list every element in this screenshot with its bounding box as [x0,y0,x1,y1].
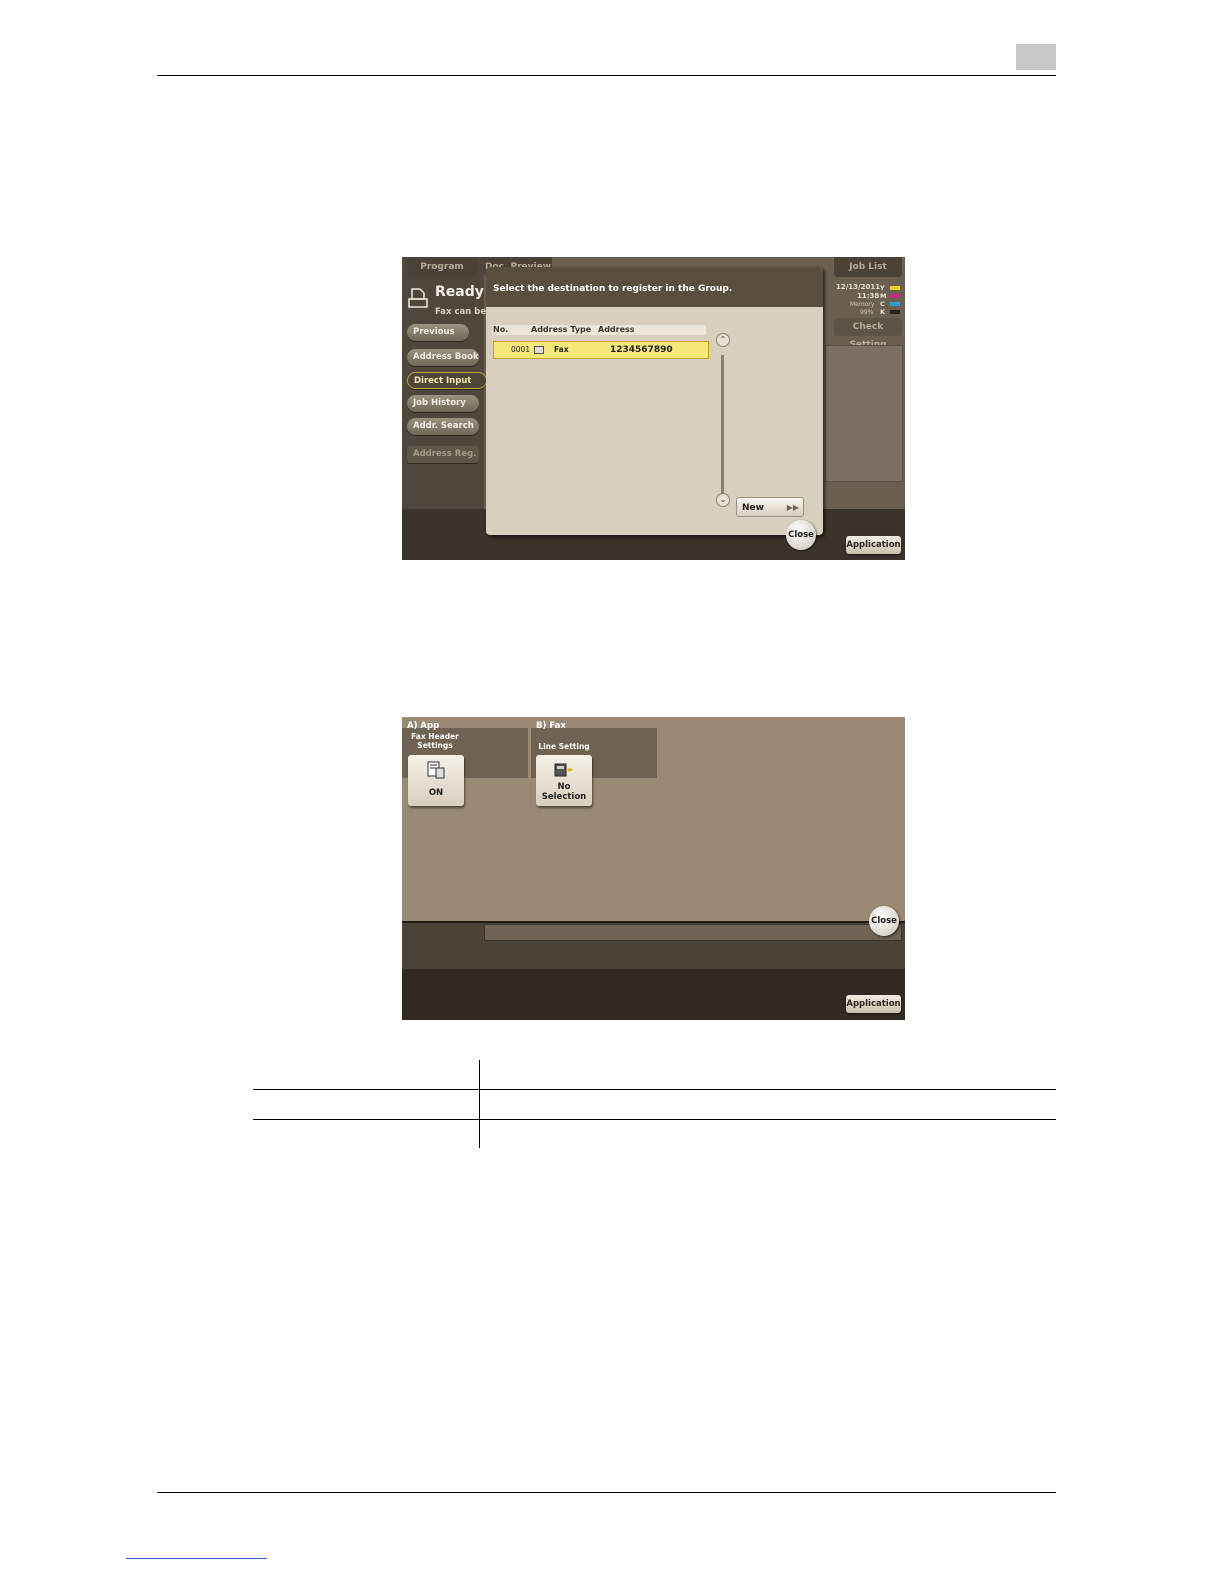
screenshot-settings: A) App Fax Header Settings ON B) Fax Lin… [402,717,905,1020]
table-column-divider [479,1060,480,1148]
document-settings-icon [427,761,445,779]
toner-k-label: K [880,308,886,316]
scrollbar[interactable] [721,355,724,501]
row-type: Fax [554,345,569,354]
toner-c-bar [890,302,900,306]
new-button-label: New [742,503,764,513]
scroll-down-icon[interactable]: ⌄ [716,493,730,507]
fax-line-icon [554,763,573,777]
toner-m-bar [890,294,900,298]
double-arrow-icon: ▶▶ [786,503,799,512]
panel-b-label: B) Fax [536,721,566,731]
application-button[interactable]: Application [846,995,901,1013]
table-row-rule-1 [253,1089,1056,1090]
address-book-button[interactable]: Address Book [407,349,479,366]
addr-search-button[interactable]: Addr. Search [407,418,479,435]
clock-date: 12/13/2011 [836,283,881,291]
col-address-type: Address Type [531,325,592,334]
line-setting-value-1: No [557,782,571,792]
col-no: No. [493,325,509,334]
message-bar [484,924,902,941]
tab-program[interactable]: Program [407,257,477,277]
footer-link-underline[interactable] [126,1558,267,1559]
col-address: Address [598,325,635,334]
panel-b-sub: Line Setting [538,742,590,751]
scroll-up-icon[interactable]: ⌃ [716,333,730,347]
toner-indicators: Y M C K [880,284,902,318]
toner-k-bar [890,310,900,314]
printer-icon [408,287,428,309]
table-row-rule-2 [253,1119,1056,1120]
row-address: 1234567890 [610,345,673,355]
memory-label: Memory [850,301,875,308]
page-number-box [1016,44,1056,70]
toner-m-label: M [880,292,887,300]
table-row[interactable]: 0001 Fax 1234567890 [493,341,709,359]
dialog-title: Select the destination to register in th… [486,267,823,307]
toner-y-label: Y [880,284,885,292]
fax-header-settings-button[interactable]: ON [408,755,464,806]
right-panel [825,345,903,482]
previous-button[interactable]: Previous [407,324,469,341]
panel-a-label: A) App [407,721,440,731]
fax-icon [534,346,544,354]
bottom-bar [402,969,905,1020]
close-button[interactable]: Close [869,906,899,936]
destination-dialog: Select the destination to register in th… [486,267,823,535]
memory-value: 99% [860,309,874,316]
footer-rule [157,1492,1056,1493]
check-setting-button[interactable]: Check Setting [834,318,902,350]
close-button[interactable]: Close [786,520,816,550]
panel-a-sub: Fax Header Settings [411,732,459,750]
address-reg-button[interactable]: Address Reg. [407,446,479,463]
job-history-button[interactable]: Job History [407,395,479,412]
header-rule [157,75,1056,76]
fax-header-value: ON [428,788,444,798]
toner-c-label: C [880,300,885,308]
tab-job-list[interactable]: Job List [834,257,902,277]
row-no: 0001 [511,345,531,354]
line-setting-button[interactable]: No Selection [536,755,592,806]
line-setting-value-2: Selection [541,792,587,802]
clock-time: 11:38 [857,292,880,300]
application-button[interactable]: Application [846,536,901,554]
direct-input-button[interactable]: Direct Input [407,372,487,389]
screenshot-direct-input: Program Doc. Preview Job List Ready t Fa… [402,257,905,560]
toner-y-bar [890,286,900,290]
new-button[interactable]: New ▶▶ [736,497,804,517]
